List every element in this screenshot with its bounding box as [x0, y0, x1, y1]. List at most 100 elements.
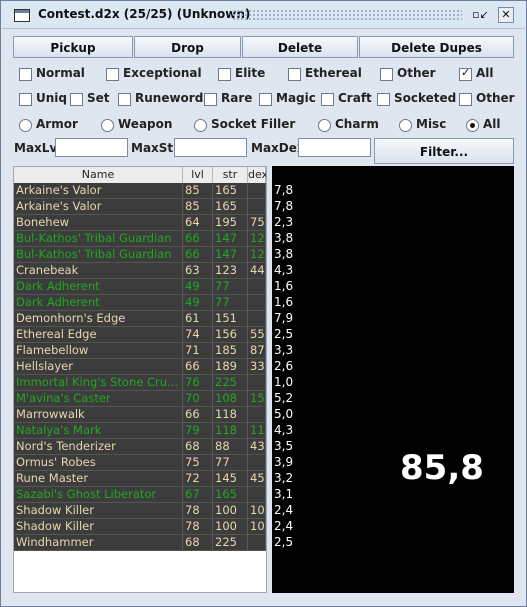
cell-lvl: 66 — [183, 231, 213, 247]
table-row[interactable]: Bonehew 64 195 75 — [14, 215, 266, 231]
checkbox-icon[interactable] — [106, 68, 119, 81]
column-header-name[interactable]: Name — [14, 167, 183, 183]
cell-str: 77 — [213, 455, 248, 471]
cell-dex — [248, 295, 266, 311]
checkbox-icon[interactable] — [288, 68, 301, 81]
maxdex-input[interactable] — [298, 138, 371, 157]
checkbox-icon[interactable] — [19, 68, 32, 81]
cell-name: Rune Master — [14, 471, 183, 487]
cell-lvl: 68 — [183, 439, 213, 455]
cell-dex: 124 — [250, 247, 266, 263]
cell-dex — [248, 455, 266, 471]
rarity-filter-label: Runeword — [135, 91, 204, 105]
radio-icon[interactable] — [318, 119, 331, 132]
cell-name: Hellslayer — [14, 359, 183, 375]
table-row[interactable]: Arkaine's Valor 85 165 — [14, 199, 266, 215]
cell-name: Immortal King's Stone Cru... — [14, 375, 183, 391]
radio-icon[interactable] — [101, 119, 114, 132]
items-table[interactable]: Name lvl str dex Arkaine's Valor 85 165 Ark… — [13, 166, 267, 593]
cell-dex — [248, 279, 266, 295]
table-row[interactable]: Cranebeak 63 123 44 — [14, 263, 266, 279]
table-row[interactable]: Dark Adherent 49 77 — [14, 295, 266, 311]
table-row[interactable]: Demonhorn's Edge 61 151 — [14, 311, 266, 327]
radio-icon[interactable] — [466, 119, 479, 132]
radio-icon[interactable] — [399, 119, 412, 132]
table-row[interactable]: Windhammer 68 225 — [14, 535, 266, 551]
detail-value: 2,4 — [274, 503, 294, 517]
title-bar[interactable]: Contest.d2x (25/25) (Unknown) ▫↙ ✕ — [2, 2, 525, 29]
table-row[interactable]: Flamebellow 71 185 87 — [14, 343, 266, 359]
cell-str: 100 — [213, 519, 248, 535]
checkbox-icon[interactable] — [380, 68, 393, 81]
table-row[interactable]: Ethereal Edge 74 156 55 — [14, 327, 266, 343]
cell-lvl: 66 — [183, 407, 213, 423]
table-row[interactable]: Ormus' Robes 75 77 — [14, 455, 266, 471]
table-row[interactable]: Shadow Killer78100100 — [14, 503, 266, 519]
detail-value: 3,8 — [274, 231, 294, 245]
checkbox-icon[interactable] — [459, 93, 472, 106]
rarity-filter-label: Rare — [221, 91, 253, 105]
detail-value: 1,6 — [274, 295, 294, 309]
table-row[interactable]: Marrowwalk 66 118 — [14, 407, 266, 423]
type-filter-label: Misc — [416, 117, 447, 131]
cell-lvl: 78 — [183, 519, 213, 535]
cell-str: 165 — [213, 199, 248, 215]
checkbox-icon[interactable] — [19, 93, 32, 106]
table-row[interactable]: Immortal King's Stone Cru... 76 225 — [14, 375, 266, 391]
cell-lvl: 63 — [183, 263, 213, 279]
maxstr-input[interactable] — [174, 138, 247, 157]
table-row[interactable]: Bul-Kathos' Tribal Guardian66147124 — [14, 247, 266, 263]
radio-icon[interactable] — [19, 119, 32, 132]
checkbox-icon[interactable] — [377, 93, 390, 106]
checkbox-icon[interactable] — [118, 93, 131, 106]
minimize-icon[interactable]: ▫↙ — [472, 7, 489, 23]
table-row[interactable]: Sazabi's Ghost Liberator 67 165 — [14, 487, 266, 503]
table-row[interactable]: Bul-Kathos' Tribal Guardian66147124 — [14, 231, 266, 247]
radio-icon[interactable] — [194, 119, 207, 132]
table-body: Arkaine's Valor 85 165 Arkaine's Valor 85 165… — [14, 183, 266, 551]
maxlvl-input[interactable] — [55, 138, 128, 157]
checkbox-icon[interactable] — [204, 93, 217, 106]
cell-str: 225 — [213, 535, 248, 551]
cell-name: Natalya's Mark — [14, 423, 183, 439]
checkbox-icon[interactable] — [70, 93, 83, 106]
table-row[interactable]: Natalya's Mark79118118 — [14, 423, 266, 439]
checkbox-icon[interactable] — [218, 68, 231, 81]
checkbox-icon[interactable] — [459, 66, 472, 81]
detail-value: 3,2 — [274, 471, 294, 485]
detail-big-value: 85,8 — [400, 448, 484, 488]
delete-dupes-button[interactable]: Delete Dupes — [359, 36, 514, 58]
table-row[interactable]: Rune Master 72 145 45 — [14, 471, 266, 487]
title-grip — [232, 9, 462, 22]
cell-name: Demonhorn's Edge — [14, 311, 183, 327]
cell-name: Cranebeak — [14, 263, 183, 279]
detail-value: 1,0 — [274, 375, 294, 389]
detail-value: 2,4 — [274, 519, 294, 533]
checkbox-icon[interactable] — [259, 93, 272, 106]
table-row[interactable]: Dark Adherent 49 77 — [14, 279, 266, 295]
cell-name: Bul-Kathos' Tribal Guardian — [14, 231, 183, 247]
rarity-filter-label: Uniq — [36, 91, 67, 105]
cell-name: Sazabi's Ghost Liberator — [14, 487, 183, 503]
table-row[interactable]: M'avina's Caster70108152 — [14, 391, 266, 407]
table-row[interactable]: Hellslayer 66 189 33 — [14, 359, 266, 375]
table-row[interactable]: Shadow Killer78100100 — [14, 519, 266, 535]
window-title: Contest.d2x (25/25) (Unknown) — [38, 7, 251, 21]
pickup-button[interactable]: Pickup — [13, 36, 133, 58]
cell-str: 151 — [213, 311, 248, 327]
column-header-lvl[interactable]: lvl — [183, 167, 213, 183]
table-row[interactable]: Arkaine's Valor 85 165 — [14, 183, 266, 199]
close-icon[interactable]: ✕ — [498, 7, 514, 23]
table-row[interactable]: Nord's Tenderizer 68 88 43 — [14, 439, 266, 455]
rarity-filter-label: Craft — [338, 91, 372, 105]
detail-panel: 7,8 7,8 2,3 3,8 3,8 4,3 1,6 1,6 7,9 2,5 3,3 2,6 1,0 5… — [272, 166, 514, 593]
cell-name: Bul-Kathos' Tribal Guardian — [14, 247, 183, 263]
cell-lvl: 67 — [183, 487, 213, 503]
checkbox-icon[interactable] — [321, 93, 334, 106]
column-header-dex[interactable]: dex — [248, 167, 266, 183]
filter-button[interactable]: Filter... — [374, 138, 514, 164]
delete-button[interactable]: Delete — [242, 36, 358, 58]
cell-dex: 75 — [250, 215, 266, 231]
drop-button[interactable]: Drop — [134, 36, 241, 58]
column-header-str[interactable]: str — [213, 167, 248, 183]
